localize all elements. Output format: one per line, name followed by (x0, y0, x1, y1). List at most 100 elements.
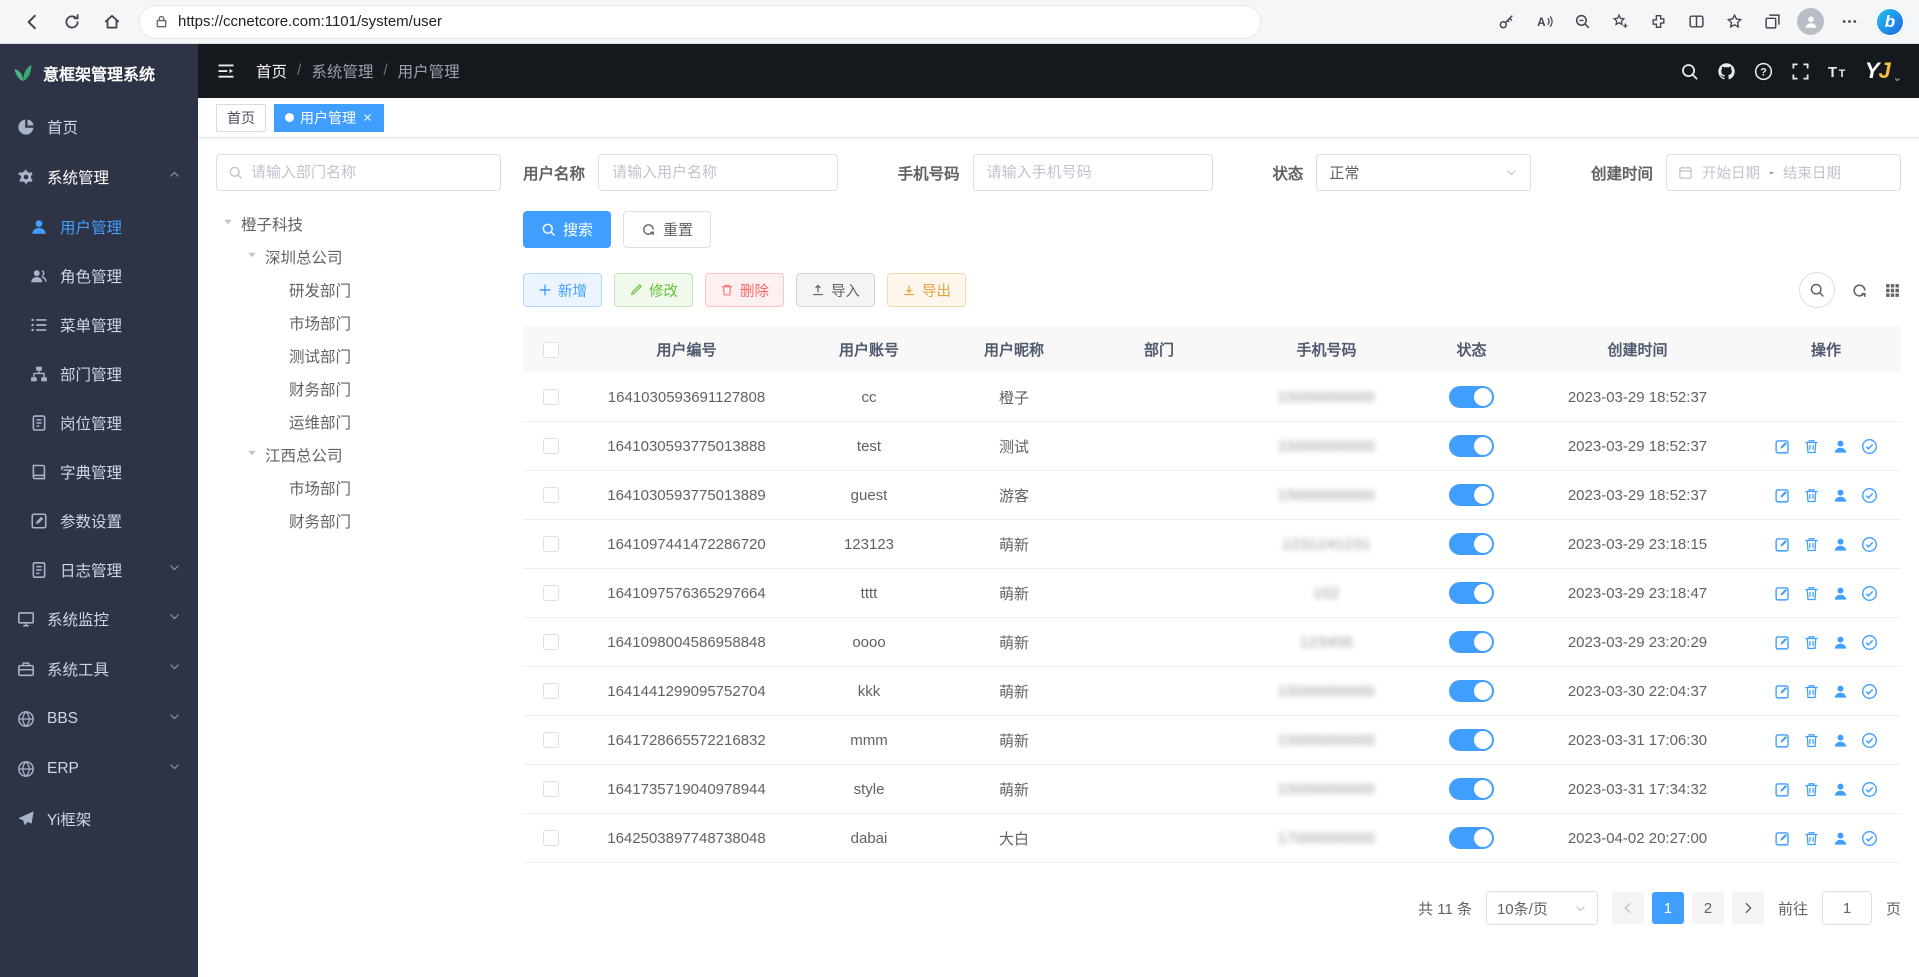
select-all-checkbox[interactable] (543, 342, 559, 358)
status-toggle[interactable] (1449, 778, 1494, 800)
phone-input[interactable] (973, 154, 1213, 191)
favorites-bar-button[interactable] (1716, 5, 1752, 39)
row-edit-button[interactable] (1774, 634, 1791, 651)
sidebar-item-home[interactable]: 首页 (0, 102, 198, 152)
row-user-button[interactable] (1832, 634, 1849, 651)
sidebar-item-system-management[interactable]: 系统管理 (0, 152, 198, 202)
row-approve-button[interactable] (1861, 830, 1878, 847)
row-checkbox[interactable] (543, 389, 559, 405)
status-toggle[interactable] (1449, 533, 1494, 555)
page-size-select[interactable]: 10条/页 (1486, 891, 1598, 925)
dept-search-input[interactable] (251, 164, 489, 181)
page-button-1[interactable]: 1 (1652, 892, 1684, 924)
row-edit-button[interactable] (1774, 683, 1791, 700)
zoom-button[interactable] (1564, 5, 1600, 39)
help-icon[interactable]: ? (1754, 62, 1773, 81)
goto-page-input[interactable] (1822, 891, 1872, 925)
url-bar[interactable]: https://ccnetcore.com:1101/system/user (140, 6, 1260, 38)
row-approve-button[interactable] (1861, 683, 1878, 700)
tree-node[interactable]: 财务部门 (216, 504, 501, 537)
row-delete-button[interactable] (1803, 585, 1820, 602)
sidebar-item-system-tools[interactable]: 系统工具 (0, 644, 198, 694)
row-edit-button[interactable] (1774, 585, 1791, 602)
row-checkbox[interactable] (543, 487, 559, 503)
row-edit-button[interactable] (1774, 830, 1791, 847)
status-toggle[interactable] (1449, 484, 1494, 506)
sidebar-item-log-management[interactable]: 日志管理 (0, 545, 198, 594)
row-approve-button[interactable] (1861, 487, 1878, 504)
sidebar-item-yi-framework[interactable]: Yi框架 (0, 794, 198, 844)
row-user-button[interactable] (1832, 732, 1849, 749)
reload-button[interactable] (54, 5, 90, 39)
row-user-button[interactable] (1832, 438, 1849, 455)
breadcrumb-item[interactable]: 用户管理 (398, 60, 460, 82)
tree-node[interactable]: 橙子科技 (216, 207, 501, 240)
tree-node[interactable]: 江西总公司 (216, 438, 501, 471)
export-button[interactable]: 导出 (887, 273, 966, 307)
collections-button[interactable] (1754, 5, 1790, 39)
tree-node[interactable]: 市场部门 (216, 306, 501, 339)
breadcrumb-item[interactable]: 系统管理 (311, 60, 373, 82)
row-checkbox[interactable] (543, 536, 559, 552)
status-toggle[interactable] (1449, 631, 1494, 653)
split-screen-button[interactable] (1678, 5, 1714, 39)
column-settings-button[interactable] (1884, 282, 1901, 299)
status-toggle[interactable] (1449, 680, 1494, 702)
sidebar-item-dept-management[interactable]: 部门管理 (0, 349, 198, 398)
fullscreen-icon[interactable] (1791, 62, 1810, 81)
github-icon[interactable] (1717, 62, 1736, 81)
row-delete-button[interactable] (1803, 732, 1820, 749)
extensions-button[interactable] (1640, 5, 1676, 39)
sidebar-item-post-management[interactable]: 岗位管理 (0, 398, 198, 447)
reset-button[interactable]: 重置 (623, 211, 711, 248)
date-range-picker[interactable]: 开始日期 - 结束日期 (1666, 154, 1901, 191)
status-toggle[interactable] (1449, 582, 1494, 604)
app-logo[interactable]: 意框架管理系统 (0, 44, 198, 102)
row-user-button[interactable] (1832, 683, 1849, 700)
row-edit-button[interactable] (1774, 438, 1791, 455)
tree-node[interactable]: 市场部门 (216, 471, 501, 504)
favorite-add-button[interactable] (1602, 5, 1638, 39)
tree-node[interactable]: 测试部门 (216, 339, 501, 372)
sidebar-item-role-management[interactable]: 角色管理 (0, 251, 198, 300)
row-checkbox[interactable] (543, 634, 559, 650)
sidebar-item-user-management[interactable]: 用户管理 (0, 202, 198, 251)
row-delete-button[interactable] (1803, 438, 1820, 455)
row-delete-button[interactable] (1803, 830, 1820, 847)
row-checkbox[interactable] (543, 683, 559, 699)
row-user-button[interactable] (1832, 781, 1849, 798)
sidebar-item-bbs[interactable]: BBS (0, 694, 198, 744)
row-delete-button[interactable] (1803, 634, 1820, 651)
sidebar-item-dict-management[interactable]: 字典管理 (0, 447, 198, 496)
row-edit-button[interactable] (1774, 536, 1791, 553)
tab-active[interactable]: 用户管理 (274, 104, 384, 132)
row-approve-button[interactable] (1861, 732, 1878, 749)
import-button[interactable]: 导入 (796, 273, 875, 307)
sidebar-item-menu-management[interactable]: 菜单管理 (0, 300, 198, 349)
table-search-button[interactable] (1799, 272, 1835, 308)
row-approve-button[interactable] (1861, 585, 1878, 602)
page-button-2[interactable]: 2 (1692, 892, 1724, 924)
read-aloud-button[interactable]: A (1526, 5, 1562, 39)
row-delete-button[interactable] (1803, 781, 1820, 798)
back-button[interactable] (14, 5, 50, 39)
status-toggle[interactable] (1449, 729, 1494, 751)
prev-page-button[interactable] (1612, 892, 1644, 924)
add-button[interactable]: 新增 (523, 273, 602, 307)
status-toggle[interactable] (1449, 435, 1494, 457)
row-user-button[interactable] (1832, 536, 1849, 553)
home-button[interactable] (94, 5, 130, 39)
tree-node[interactable]: 研发部门 (216, 273, 501, 306)
font-size-icon[interactable]: TT (1828, 62, 1847, 81)
tree-node[interactable]: 财务部门 (216, 372, 501, 405)
search-button[interactable]: 搜索 (523, 211, 611, 248)
row-checkbox[interactable] (543, 732, 559, 748)
status-toggle[interactable] (1449, 827, 1494, 849)
modify-button[interactable]: 修改 (614, 273, 693, 307)
row-approve-button[interactable] (1861, 438, 1878, 455)
row-delete-button[interactable] (1803, 536, 1820, 553)
row-approve-button[interactable] (1861, 781, 1878, 798)
row-checkbox[interactable] (543, 438, 559, 454)
status-select[interactable]: 正常 (1316, 154, 1531, 191)
tab-item[interactable]: 首页 (216, 104, 266, 132)
